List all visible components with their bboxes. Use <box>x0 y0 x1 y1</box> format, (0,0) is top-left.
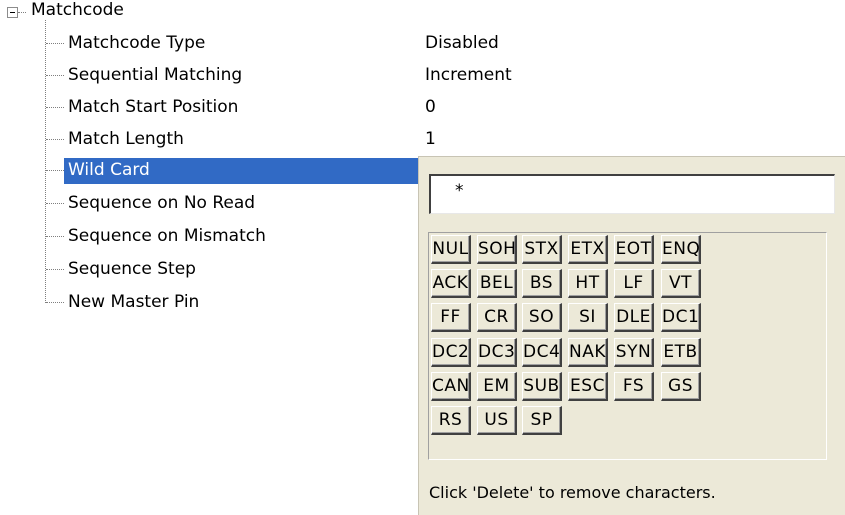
wild-card-input[interactable]: * <box>429 174 835 214</box>
key-sp-button[interactable]: SP <box>522 406 562 435</box>
key-bel-button[interactable]: BEL <box>477 269 517 298</box>
key-fs-button[interactable]: FS <box>614 372 654 401</box>
key-etx-button[interactable]: ETX <box>568 235 608 264</box>
tree-connector <box>46 43 64 44</box>
tree-item-label: Sequence Step <box>68 259 196 279</box>
key-eot-button[interactable]: EOT <box>614 235 654 264</box>
key-esc-button[interactable]: ESC <box>568 372 608 401</box>
key-dle-button[interactable]: DLE <box>614 303 654 332</box>
tree-item-value: 1 <box>425 129 436 149</box>
tree-item-label: Match Start Position <box>68 97 239 117</box>
tree-item-label: Wild Card <box>68 160 150 180</box>
key-gs-button[interactable]: GS <box>661 372 701 401</box>
tree-connector <box>46 139 64 140</box>
key-soh-button[interactable]: SOH <box>477 235 517 264</box>
tree-connector <box>46 236 64 237</box>
key-lf-button[interactable]: LF <box>614 269 654 298</box>
tree-root-label: Matchcode <box>31 0 124 20</box>
tree-item-match-length[interactable]: Match Length 1 <box>0 124 845 156</box>
tree-connector <box>46 170 64 171</box>
collapse-icon[interactable] <box>7 7 18 18</box>
key-can-button[interactable]: CAN <box>431 372 471 401</box>
tree-item-sequential-matching[interactable]: Sequential Matching Increment <box>0 60 845 92</box>
key-dc2-button[interactable]: DC2 <box>431 338 471 367</box>
key-dc1-button[interactable]: DC1 <box>661 303 701 332</box>
key-syn-button[interactable]: SYN <box>614 338 654 367</box>
key-dc3-button[interactable]: DC3 <box>477 338 517 367</box>
control-character-grid: NUL SOH STX ETX EOT ENQ ACK BEL BS HT LF VT FF CR SO SI… <box>428 232 827 460</box>
key-ack-button[interactable]: ACK <box>431 269 471 298</box>
tree-connector <box>46 107 64 108</box>
tree-item-match-start-position[interactable]: Match Start Position 0 <box>0 92 845 124</box>
key-bs-button[interactable]: BS <box>522 269 562 298</box>
tree-connector <box>46 302 64 303</box>
key-ht-button[interactable]: HT <box>568 269 608 298</box>
key-enq-button[interactable]: ENQ <box>661 235 701 264</box>
tree-item-value: Disabled <box>425 33 499 53</box>
tree-item-matchcode-type[interactable]: Matchcode Type Disabled <box>0 28 845 60</box>
tree-item-label: Match Length <box>68 129 184 149</box>
key-dc4-button[interactable]: DC4 <box>522 338 562 367</box>
tree-connector <box>46 75 64 76</box>
key-sub-button[interactable]: SUB <box>522 372 562 401</box>
key-rs-button[interactable]: RS <box>431 406 471 435</box>
key-nak-button[interactable]: NAK <box>568 338 608 367</box>
wild-card-input-value: * <box>455 181 464 201</box>
key-em-button[interactable]: EM <box>477 372 517 401</box>
key-etb-button[interactable]: ETB <box>661 338 701 367</box>
tree-item-value: Increment <box>425 65 512 85</box>
tree-item-label: Sequential Matching <box>68 65 243 85</box>
key-cr-button[interactable]: CR <box>477 303 517 332</box>
key-ff-button[interactable]: FF <box>431 303 471 332</box>
tree-item-label: Matchcode Type <box>68 33 206 53</box>
tree-item-label: Sequence on No Read <box>68 193 256 213</box>
tree-connector <box>46 269 64 270</box>
wild-card-editor-popup: * NUL SOH STX ETX EOT ENQ ACK BEL BS HT LF VT FF CR SO… <box>418 156 845 515</box>
tree-item-label: New Master Pin <box>68 292 200 312</box>
tree-connector <box>46 203 64 204</box>
key-si-button[interactable]: SI <box>568 303 608 332</box>
tree-item-label: Sequence on Mismatch <box>68 226 266 246</box>
key-stx-button[interactable]: STX <box>522 235 562 264</box>
delete-hint: Click 'Delete' to remove characters. <box>429 483 716 502</box>
key-us-button[interactable]: US <box>477 406 517 435</box>
key-vt-button[interactable]: VT <box>661 269 701 298</box>
key-so-button[interactable]: SO <box>522 303 562 332</box>
tree-item-value: 0 <box>425 97 436 117</box>
key-nul-button[interactable]: NUL <box>431 235 471 264</box>
tree-connector <box>18 12 26 13</box>
